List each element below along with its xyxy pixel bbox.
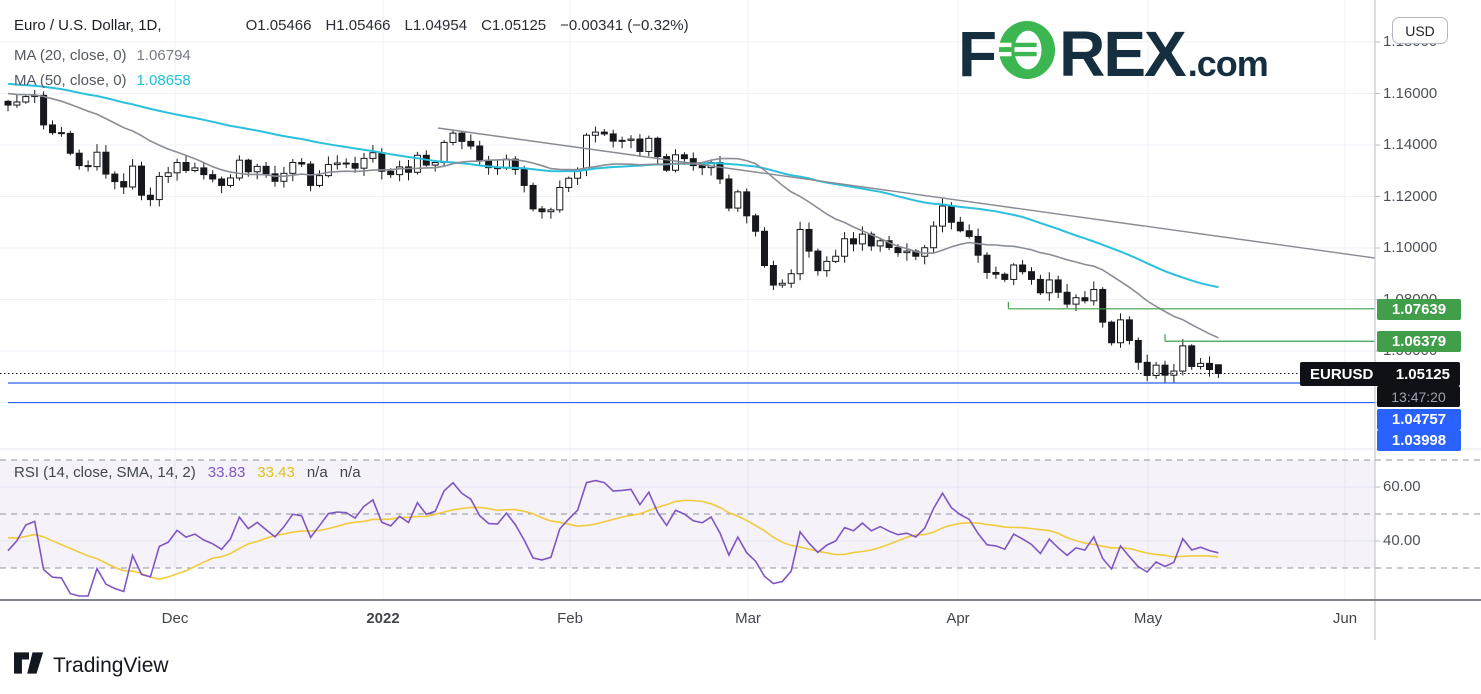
- marker-symbol: EURUSD: [1310, 366, 1373, 383]
- legend-row-symbol: Euro / U.S. Dollar, 1D, O1.05466 H1.0546…: [14, 16, 689, 34]
- rsi-na-1: n/a: [307, 464, 328, 481]
- forex-logo-com: .com: [1188, 49, 1268, 80]
- time-axis-label[interactable]: Apr: [926, 610, 990, 627]
- rsi-na-2: n/a: [340, 464, 361, 481]
- countdown-timer: 13:47:20: [1377, 386, 1460, 407]
- level-price-label: 1.03998: [1377, 430, 1461, 451]
- forex-logo: F REX .com: [958, 20, 1268, 80]
- tradingview-label: TradingView: [53, 654, 169, 678]
- marker-price: 1.05125: [1396, 366, 1450, 383]
- ma50-legend-label: MA (50, close, 0): [14, 72, 127, 89]
- rsi-value: 33.83: [208, 464, 246, 481]
- time-axis-label[interactable]: Mar: [716, 610, 780, 627]
- time-axis-label[interactable]: May: [1116, 610, 1180, 627]
- currency-badge[interactable]: USD: [1392, 17, 1448, 44]
- time-axis-label[interactable]: 2022: [351, 610, 415, 627]
- chart-window: 1.180001.160001.140001.120001.100001.080…: [0, 0, 1481, 694]
- tradingview-attribution[interactable]: TradingView: [14, 652, 169, 679]
- level-price-label: 1.04757: [1377, 409, 1461, 430]
- open-value: O1.05466: [246, 17, 312, 34]
- candlestick-series[interactable]: [5, 90, 1221, 383]
- forex-logo-f: F: [958, 28, 995, 80]
- trendline[interactable]: [438, 128, 1375, 258]
- ma50-legend-value: 1.08658: [137, 72, 191, 89]
- chart-canvas[interactable]: [0, 0, 1481, 694]
- time-axis-label[interactable]: Feb: [538, 610, 602, 627]
- ma50-line: [8, 84, 1218, 287]
- forex-logo-o-icon: [998, 20, 1056, 80]
- price-axis-label[interactable]: 1.14000: [1383, 136, 1463, 153]
- level-price-label: 1.06379: [1377, 331, 1461, 352]
- rsi-axis-label[interactable]: 60.00: [1383, 478, 1463, 495]
- ma20-legend-label: MA (20, close, 0): [14, 47, 127, 64]
- rsi-signal-value: 33.43: [257, 464, 295, 481]
- time-axis-label[interactable]: Dec: [143, 610, 207, 627]
- level-price-label: 1.07639: [1377, 299, 1461, 320]
- symbol-title[interactable]: Euro / U.S. Dollar, 1D,: [14, 17, 162, 34]
- ma20-legend-value: 1.06794: [137, 47, 191, 64]
- close-value: C1.05125: [481, 17, 546, 34]
- high-value: H1.05466: [325, 17, 390, 34]
- rsi-legend-label: RSI (14, close, SMA, 14, 2): [14, 464, 196, 481]
- forex-logo-rex: REX: [1059, 28, 1185, 80]
- price-axis-label[interactable]: 1.10000: [1383, 239, 1463, 256]
- change-value: −0.00341 (−0.32%): [560, 17, 688, 34]
- time-axis-label[interactable]: Jun: [1313, 610, 1377, 627]
- price-axis-label[interactable]: 1.16000: [1383, 85, 1463, 102]
- price-axis-label[interactable]: 1.12000: [1383, 188, 1463, 205]
- legend-row-ma20[interactable]: MA (20, close, 0) 1.06794: [14, 46, 191, 64]
- rsi-axis-label[interactable]: 40.00: [1383, 532, 1463, 549]
- ohlc-values: O1.05466 H1.05466 L1.04954 C1.05125 −0.0…: [246, 17, 689, 34]
- legend-row-ma50[interactable]: MA (50, close, 0) 1.08658: [14, 71, 191, 89]
- current-price-marker: EURUSD 1.05125: [1300, 362, 1460, 386]
- low-value: L1.04954: [405, 17, 468, 34]
- rsi-legend-row[interactable]: RSI (14, close, SMA, 14, 2) 33.83 33.43 …: [14, 463, 361, 481]
- tradingview-icon: [14, 652, 44, 679]
